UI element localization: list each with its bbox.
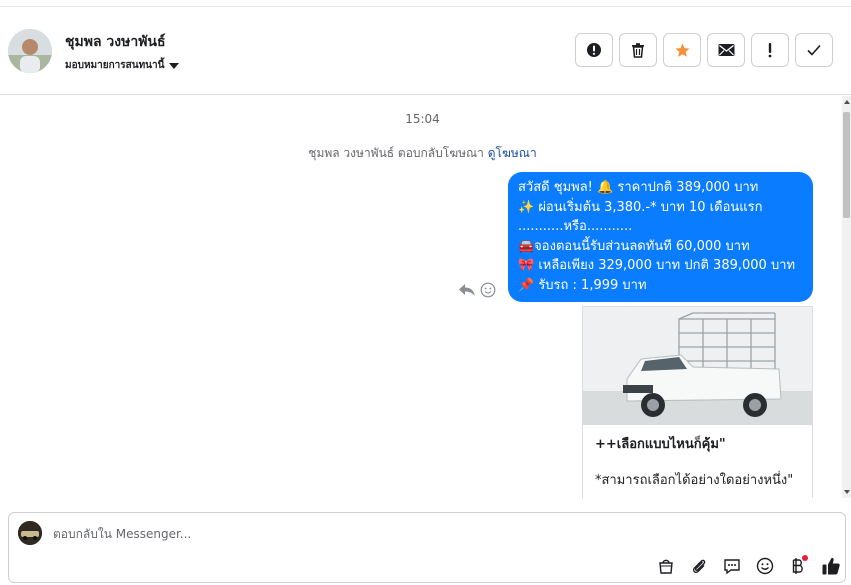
- scroll-up-arrow-icon[interactable]: [844, 100, 850, 104]
- scroll-down-arrow-icon[interactable]: [844, 490, 850, 494]
- payment-button[interactable]: [787, 555, 808, 576]
- exclamation-icon: [768, 43, 772, 58]
- like-button[interactable]: [820, 555, 841, 576]
- chat-bubble-icon: [723, 558, 740, 574]
- thumbs-up-icon: [822, 557, 840, 574]
- card-title: ++เลือกแบบไหนก็คุ้ม": [595, 437, 726, 452]
- message-line: ✨ ผ่อนเริ่มต้น 3,380.-* บาท 10 เดือนแรก: [518, 199, 763, 215]
- check-icon: [807, 44, 821, 56]
- trash-icon: [632, 43, 644, 58]
- notification-dot: [802, 555, 808, 561]
- caret-down-icon: [169, 62, 180, 69]
- scrollbar-thumb[interactable]: [843, 112, 850, 218]
- message-line: 📌 รับรถ : 1,999 บาท: [518, 277, 647, 293]
- mark-unread-button[interactable]: [707, 33, 745, 67]
- message-thread: 15:04 ชุมพล วงษาพันธ์ ตอบกลับโฆษณา ดูโฆษ…: [0, 96, 851, 498]
- message-line: ...........หรือ...........: [518, 219, 633, 234]
- message-bubble[interactable]: สวัสดี ชุมพล! 🔔 ราคาปกติ 389,000 บาท ✨ ผ…: [508, 172, 813, 302]
- star-button[interactable]: [663, 33, 701, 67]
- reply-composer: [8, 512, 846, 583]
- envelope-icon: [718, 44, 734, 56]
- message-line: 🎀 เหลือเพียง 329,000 บาท ปกติ 389,000 บา…: [518, 258, 796, 273]
- delete-button[interactable]: [619, 33, 657, 67]
- header-actions: [575, 33, 833, 67]
- message-line: สวัสดี ชุมพล! 🔔 ราคาปกติ 389,000 บาท: [518, 180, 759, 195]
- alert-circle-icon: [587, 43, 601, 57]
- view-ad-link[interactable]: ดูโฆษณา: [488, 146, 537, 160]
- message-line: 🚘จองตอนนี้รับส่วนลดทันที 60,000 บาท: [518, 238, 750, 254]
- attach-button[interactable]: [688, 555, 709, 576]
- emoji-button[interactable]: [754, 555, 775, 576]
- paperclip-icon: [692, 559, 705, 573]
- attachment-card[interactable]: ++เลือกแบบไหนก็คุ้ม" *สามารถเลือกได้อย่า…: [582, 306, 813, 498]
- contact-name[interactable]: ชุมพล วงษาพันธ์: [65, 31, 166, 53]
- message-tools: [458, 282, 496, 298]
- assign-conversation-dropdown[interactable]: มอบหมายการสนทนานี้: [65, 58, 180, 73]
- ad-reply-notice: ชุมพล วงษาพันธ์ ตอบกลับโฆษณา ดูโฆษณา: [0, 144, 845, 163]
- contact-avatar[interactable]: [8, 29, 52, 73]
- page-avatar: [18, 521, 42, 545]
- smiley-icon: [756, 557, 773, 574]
- assign-label: มอบหมายการสนทนานี้: [65, 60, 165, 71]
- shopping-bag-icon: [658, 559, 673, 574]
- report-spam-button[interactable]: [575, 33, 613, 67]
- follow-up-button[interactable]: [751, 33, 789, 67]
- reply-input[interactable]: [53, 527, 553, 541]
- smiley-icon[interactable]: [480, 282, 496, 298]
- message-timestamp: 15:04: [405, 112, 440, 126]
- card-description: *สามารถเลือกได้อย่างใดอย่างหนึ่ง": [595, 473, 794, 488]
- shop-button[interactable]: [655, 555, 676, 576]
- star-icon: [674, 42, 690, 57]
- mark-done-button[interactable]: [795, 33, 833, 67]
- reply-icon[interactable]: [458, 282, 476, 298]
- conversation-header: ชุมพล วงษาพันธ์ มอบหมายการสนทนานี้: [0, 7, 851, 95]
- truck-photo: [583, 307, 812, 425]
- saved-replies-button[interactable]: [721, 555, 742, 576]
- ad-reply-text: ชุมพล วงษาพันธ์ ตอบกลับโฆษณา: [308, 146, 484, 160]
- composer-tools: [655, 555, 841, 576]
